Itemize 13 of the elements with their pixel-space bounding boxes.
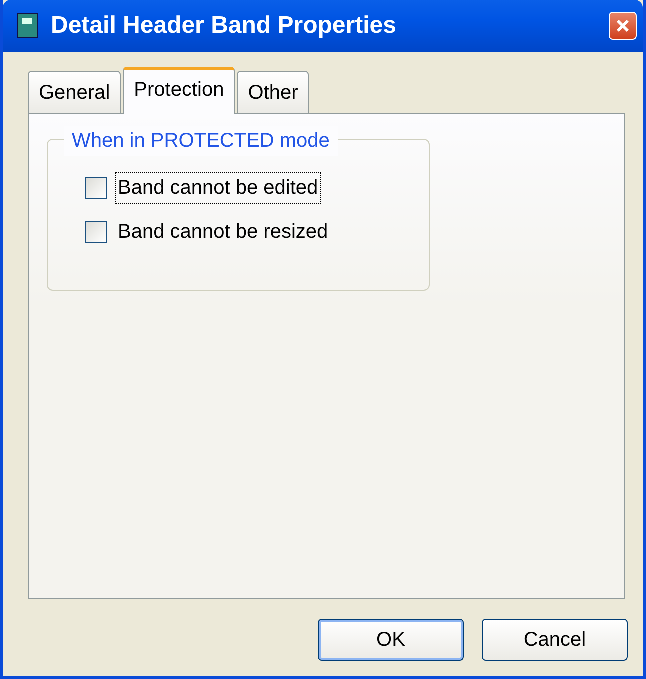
tab[interactable]: Protection: [123, 67, 236, 114]
close-button[interactable]: [609, 12, 637, 40]
tab[interactable]: General: [28, 71, 122, 113]
checkbox[interactable]: [85, 221, 107, 243]
window-title: Detail Header Band Properties: [51, 11, 398, 41]
window-icon: [17, 13, 39, 39]
checkbox-label[interactable]: Band cannot be edited: [115, 172, 322, 204]
checkbox-label[interactable]: Band cannot be resized: [115, 216, 332, 248]
checkbox[interactable]: [85, 177, 107, 199]
close-icon: [615, 18, 631, 34]
ok-button[interactable]: OK: [318, 619, 464, 661]
cancel-button[interactable]: Cancel: [482, 619, 628, 661]
tab[interactable]: Other: [237, 71, 310, 113]
